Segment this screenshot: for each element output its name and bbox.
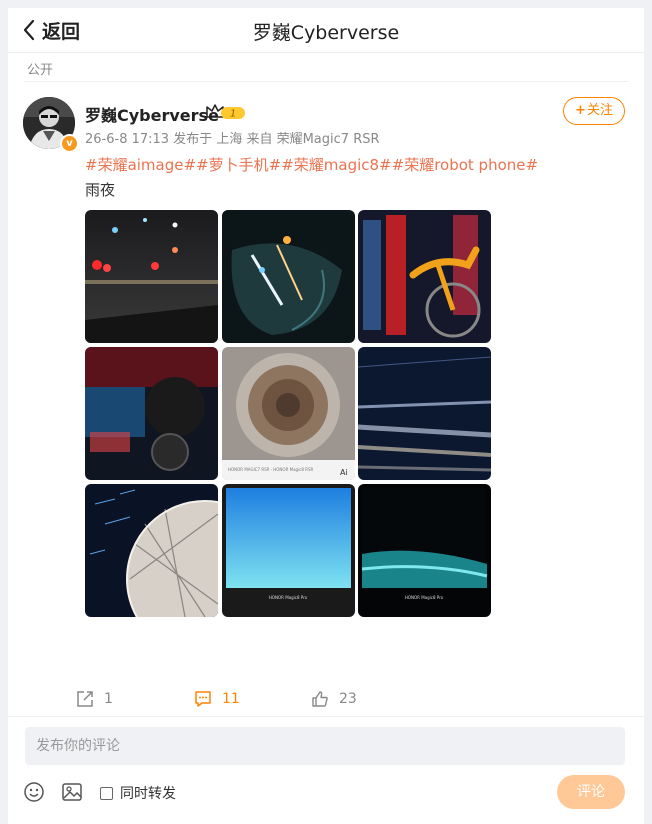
svg-text:Ai: Ai [340, 468, 348, 477]
photo-caption: HONOR MAGIC7 RSR · HONOR Magic8 RSR [228, 467, 314, 472]
repost-button[interactable]: 1 [76, 684, 113, 714]
blue-light-streaks-photo[interactable] [358, 347, 491, 480]
checkbox-box[interactable] [100, 786, 113, 800]
share-icon [77, 691, 93, 707]
night-street-rain-photo[interactable] [85, 210, 218, 343]
tag-link[interactable]: #荣耀robot phone# [392, 156, 538, 174]
like-button[interactable]: 23 [311, 684, 357, 714]
teal-rain-night-photo[interactable]: HONOR Magic8 Pro [358, 484, 491, 617]
rainy-scooter-photo[interactable] [85, 347, 218, 480]
level-badge: 1 [230, 109, 236, 120]
repost-checkbox-label: 同时转发 [120, 786, 176, 802]
post-meta: 26-6-8 17:13 发布于 上海 来自 荣耀Magic7 RSR [85, 132, 380, 147]
top-bar: 返回 罗巍Cyberverse [8, 8, 644, 53]
dome-structure-night-photo[interactable] [85, 484, 218, 617]
verified-badge: v [60, 134, 79, 153]
divider [24, 81, 628, 82]
crown-icon: 1 [206, 104, 245, 120]
photo-caption: HONOR Magic8 Pro [405, 595, 444, 600]
visibility-label: 公开 [27, 63, 54, 78]
like-count: 23 [339, 691, 357, 707]
emoji-icon[interactable] [23, 781, 45, 803]
bicycle-rain-photo[interactable] [358, 210, 491, 343]
weibo-detail-card: 返回 罗巍Cyberverse 公开 v 罗巍Cyberverse 1 26-6… [8, 8, 644, 824]
author-name[interactable]: 罗巍Cyberverse [85, 102, 219, 126]
side-mirror-night-photo[interactable] [222, 210, 355, 343]
page-title: 罗巍Cyberverse [252, 22, 400, 44]
comment-icon [195, 691, 211, 707]
divider [8, 716, 644, 717]
tag-link[interactable]: #萝卜手机# [196, 156, 281, 174]
blue-sky-rain-photo[interactable]: HONOR Magic8 Pro [222, 484, 355, 617]
follow-button[interactable]: +关注 [563, 97, 625, 125]
tag-link[interactable]: #荣耀magic8# [281, 156, 391, 174]
photo-caption: HONOR Magic8 Pro [269, 595, 308, 600]
plus-icon: + [575, 103, 586, 118]
image-icon[interactable] [61, 781, 83, 803]
repost-count: 1 [104, 691, 113, 707]
post-tags: #荣耀aimage##萝卜手机##荣耀magic8##荣耀robot phone… [85, 154, 538, 175]
follow-label: 关注 [586, 103, 613, 118]
repost-checkbox[interactable]: 同时转发 [100, 783, 176, 803]
comment-input[interactable] [25, 727, 625, 765]
post-text: 雨夜 [85, 181, 116, 199]
comment-count: 11 [222, 691, 240, 707]
tag-link[interactable]: #荣耀aimage# [85, 156, 196, 174]
swirl-abstract-photo[interactable]: HONOR MAGIC7 RSR · HONOR Magic8 RSR Ai [222, 347, 355, 480]
action-bar: 1 11 23 [8, 684, 644, 714]
submit-comment-button[interactable]: 评论 [557, 775, 625, 809]
like-icon [312, 691, 328, 707]
comment-button[interactable]: 11 [194, 684, 240, 714]
